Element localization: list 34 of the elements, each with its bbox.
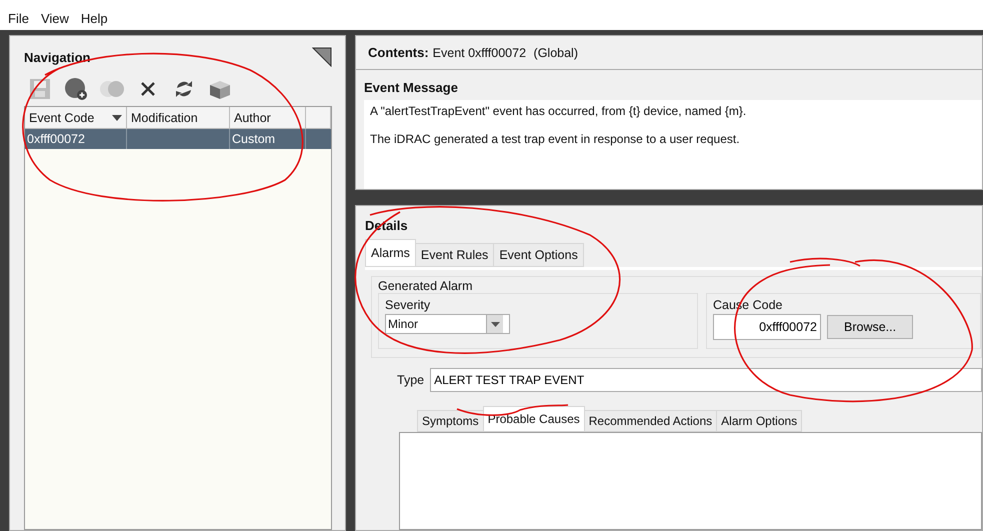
table-cell: Custom: [230, 129, 306, 149]
tab[interactable]: Event Rules: [414, 243, 494, 267]
tab[interactable]: Recommended Actions: [584, 410, 718, 432]
panel-title: Navigation: [24, 50, 90, 64]
field-label: Severity: [385, 298, 432, 312]
tab[interactable]: Event Options: [493, 243, 584, 267]
message-text: A "alertTestTrapEvent" event has occurred, from {t} device, named {m}.: [370, 104, 748, 118]
column-header[interactable]: Modification: [127, 107, 230, 129]
column-header[interactable]: Author: [230, 107, 306, 129]
section-title: Event Message: [364, 80, 459, 95]
contents-label: Contents:: [368, 45, 429, 60]
dropdown-arrow-icon: [490, 322, 500, 326]
tab[interactable]: Alarm Options: [716, 410, 802, 432]
circle-plus-icon: [64, 77, 88, 101]
field-label: Type: [397, 373, 424, 387]
tab[interactable]: Symptoms: [417, 410, 484, 432]
type-field[interactable]: ALERT TEST TRAP EVENT: [430, 368, 982, 392]
tab[interactable]: Alarms: [365, 239, 416, 267]
severity-dropdown[interactable]: Minor: [385, 314, 510, 334]
table-row[interactable]: 0xfff00072 Custom: [25, 129, 331, 149]
contents-value: Event 0xfff00072: [432, 46, 526, 60]
group-title: Generated Alarm: [378, 279, 474, 293]
browse-button[interactable]: Browse...: [827, 315, 914, 339]
menu-item[interactable]: View: [38, 11, 71, 26]
menu-item[interactable]: File: [6, 11, 31, 26]
triangle-icon[interactable]: [312, 47, 332, 67]
scope-text: (Global): [532, 46, 578, 60]
table-cell: 0xfff00072: [25, 129, 127, 149]
message-text: The iDRAC generated a test trap event in response to a user request.: [370, 132, 741, 146]
cause-code-field[interactable]: 0xfff00072: [713, 314, 821, 340]
menu-item[interactable]: Help: [78, 11, 110, 26]
column-header[interactable]: Event Code: [25, 107, 127, 129]
tab[interactable]: Probable Causes: [482, 406, 585, 432]
toolbar-button[interactable]: [64, 77, 88, 101]
